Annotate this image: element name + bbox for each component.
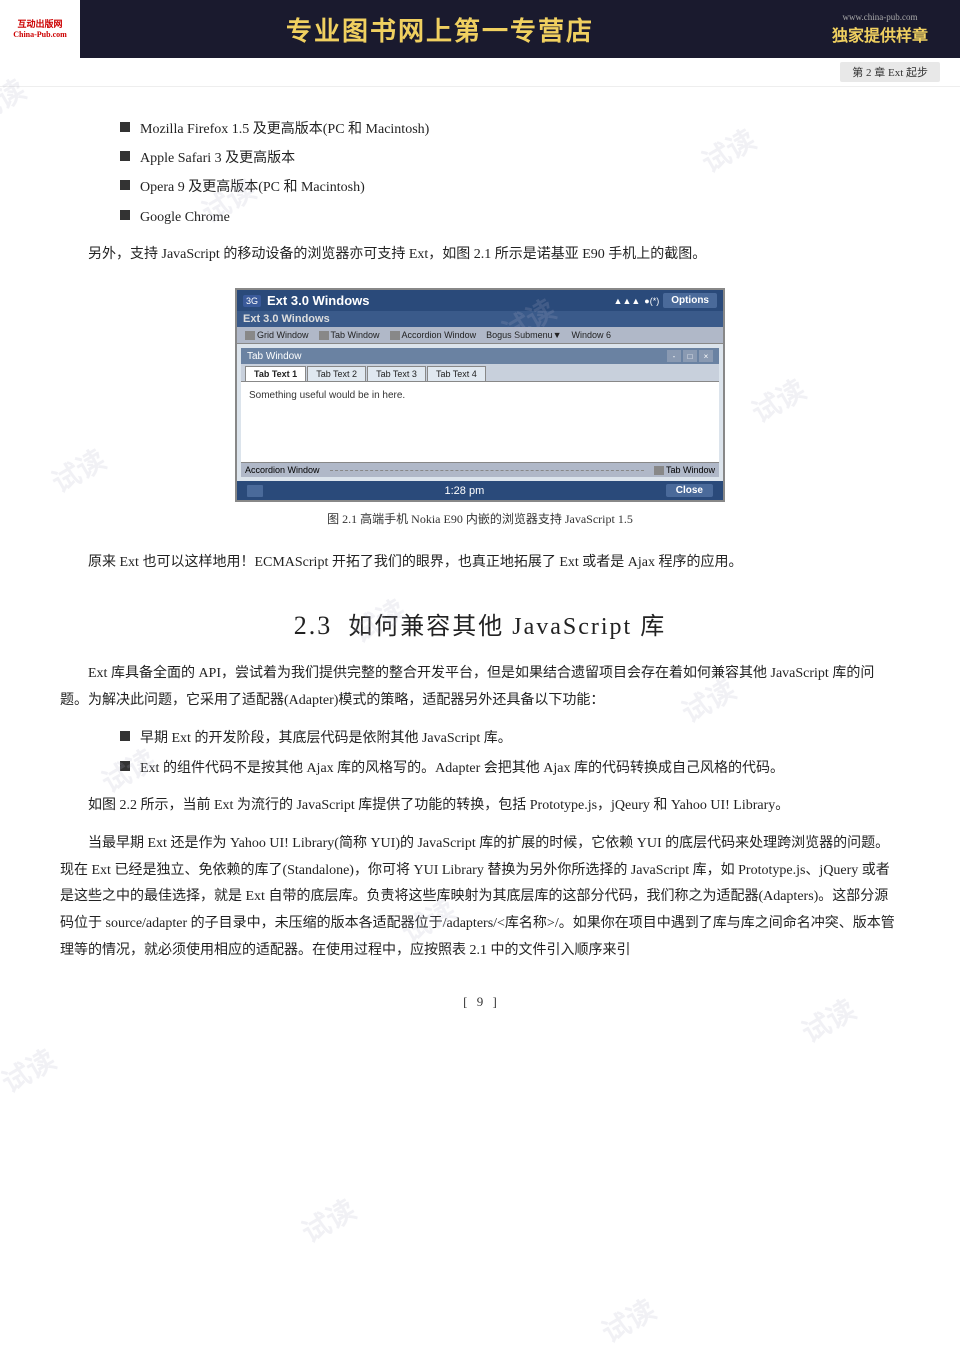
menu-grid-window[interactable]: Grid Window	[241, 329, 313, 341]
intro-para: 另外，支持 JavaScript 的移动设备的浏览器亦可支持 Ext，如图 2.…	[60, 242, 900, 269]
logo-brand: China-Pub.com	[13, 30, 67, 39]
signal-bars: ▲▲▲	[614, 296, 641, 306]
tab-content-text: Something useful would be in here.	[249, 390, 405, 401]
list-item-opera: Opera 9 及更高版本(PC 和 Macintosh)	[120, 175, 900, 200]
phone-menu-bar: Grid Window Tab Window Accordion Window …	[237, 327, 723, 344]
sub-bullet-label-1: 早期 Ext 的开发阶段，其底层代码是依附其他 JavaScript 库。	[140, 726, 512, 751]
maximize-button[interactable]: □	[683, 350, 697, 362]
tab-2[interactable]: Tab Text 2	[307, 366, 366, 381]
bullet-icon	[120, 151, 130, 161]
tab-1[interactable]: Tab Text 1	[245, 366, 306, 381]
battery-icon: ●(*)	[644, 296, 659, 306]
phone-bottom-bar: 1:28 pm Close	[237, 481, 723, 500]
page-num-value: 9	[477, 994, 484, 1009]
logo-name: 互动出版网	[17, 19, 62, 30]
sub-bullet-label-2: Ext 的组件代码不是按其他 Ajax 库的风格写的。Adapter 会把其他 …	[140, 756, 784, 781]
grid-icon	[245, 331, 255, 340]
section-para-3: 当最早期 Ext 还是作为 Yahoo UI! Library(简称 YUI)的…	[60, 831, 900, 964]
bracket-left: [	[463, 994, 467, 1009]
section-title: 如何兼容其他 JavaScript 库	[348, 614, 666, 640]
phone-menu-icon	[247, 485, 263, 497]
list-item-safari: Apple Safari 3 及更高版本	[120, 146, 900, 171]
tab-window-label-small: Tab Window	[654, 465, 715, 475]
menu-bogus-submenu[interactable]: Bogus Submenu▼	[482, 329, 565, 341]
phone-close-button[interactable]: Close	[666, 484, 713, 497]
time-display: 1:28 pm	[445, 485, 485, 497]
options-button[interactable]: Options	[663, 293, 717, 308]
sub-bullet-2: Ext 的组件代码不是按其他 Ajax 库的风格写的。Adapter 会把其他 …	[120, 756, 900, 781]
section-para-1: Ext 库具备全面的 API，尝试着为我们提供完整的整合开发平台，但是如果结合遗…	[60, 661, 900, 714]
watermark-text-10: 试读	[594, 1289, 663, 1352]
section-para-2: 如图 2.2 所示，当前 Ext 为流行的 JavaScript 库提供了功能的…	[60, 793, 900, 820]
phone-title: Ext 3.0 Windows	[267, 293, 369, 308]
header-title: 专业图书网上第一专营店	[286, 11, 594, 48]
minimize-button[interactable]: -	[667, 350, 681, 362]
close-button[interactable]: ×	[699, 350, 713, 362]
list-item-label: Google Chrome	[140, 205, 230, 230]
menu-accordion-window[interactable]: Accordion Window	[386, 329, 481, 341]
window-controls: - □ ×	[667, 350, 713, 362]
bullet-icon	[120, 731, 130, 741]
signal-indicator: 3G	[243, 295, 261, 307]
phone-top-right: ▲▲▲ ●(*) Options	[614, 293, 717, 308]
tab-icon	[319, 331, 329, 340]
phone-top-bar: 3G Ext 3.0 Windows ▲▲▲ ●(*) Options	[237, 290, 723, 311]
header-slogan: 独家提供样章	[832, 22, 928, 46]
tab-window-label: Tab Window	[247, 351, 301, 362]
main-content: Mozilla Firefox 1.5 及更高版本(PC 和 Macintosh…	[0, 87, 960, 1070]
section-number: 2.3	[294, 611, 333, 640]
bullet-icon	[120, 761, 130, 771]
ext-windows-title: Ext 3.0 Windows	[237, 311, 723, 327]
sub-bullet-list: 早期 Ext 的开发阶段，其底层代码是依附其他 JavaScript 库。 Ex…	[120, 726, 900, 780]
figure-container: 3G Ext 3.0 Windows ▲▲▲ ●(*) Options Ext …	[220, 288, 740, 529]
para-after-figure: 原来 Ext 也可以这样地用！ECMAScript 开拓了我们的眼界，也真正地拓…	[60, 550, 900, 577]
bullet-icon	[120, 210, 130, 220]
tab-content-area: Something useful would be in here.	[241, 382, 719, 462]
list-item-firefox: Mozilla Firefox 1.5 及更高版本(PC 和 Macintosh…	[120, 117, 900, 142]
tab-4[interactable]: Tab Text 4	[427, 366, 486, 381]
tab-window-title-bar: Tab Window - □ ×	[241, 348, 719, 364]
header-url: www.china-pub.com	[843, 12, 918, 22]
chapter-tag: 第 2 章 Ext 起步	[840, 62, 940, 82]
bracket-right: ]	[493, 994, 497, 1009]
menu-window6[interactable]: Window 6	[568, 329, 616, 341]
tab-3[interactable]: Tab Text 3	[367, 366, 426, 381]
chapter-bar: 第 2 章 Ext 起步	[0, 58, 960, 87]
watermark-text-9: 试读	[294, 1189, 363, 1252]
page-number: [ 9 ]	[60, 994, 900, 1030]
list-item-chrome: Google Chrome	[120, 205, 900, 230]
tab-window: Tab Window - □ × Tab Text 1 Tab Text 2 T…	[241, 348, 719, 462]
accordion-bar: Accordion Window Tab Window	[241, 462, 719, 477]
bullet-icon	[120, 122, 130, 132]
header-center: 专业图书网上第一专营店	[80, 0, 800, 58]
phone-top-left: 3G Ext 3.0 Windows	[243, 293, 369, 308]
phone-screenshot: 3G Ext 3.0 Windows ▲▲▲ ●(*) Options Ext …	[235, 288, 725, 502]
browser-list: Mozilla Firefox 1.5 及更高版本(PC 和 Macintosh…	[120, 117, 900, 230]
sub-bullet-1: 早期 Ext 的开发阶段，其底层代码是依附其他 JavaScript 库。	[120, 726, 900, 751]
section-heading: 2.3 如何兼容其他 JavaScript 库	[60, 606, 900, 641]
accordion-label: Accordion Window	[245, 465, 320, 475]
logo: 互动出版网 China-Pub.com	[0, 0, 80, 58]
list-item-label: Opera 9 及更高版本(PC 和 Macintosh)	[140, 175, 365, 200]
list-item-label: Apple Safari 3 及更高版本	[140, 146, 295, 171]
accordion-icon	[390, 331, 400, 340]
bullet-icon	[120, 180, 130, 190]
phone-window-area: Tab Window - □ × Tab Text 1 Tab Text 2 T…	[237, 344, 723, 481]
list-item-label: Mozilla Firefox 1.5 及更高版本(PC 和 Macintosh…	[140, 117, 429, 142]
figure-caption: 图 2.1 高端手机 Nokia E90 内嵌的浏览器支持 JavaScript…	[327, 510, 633, 529]
menu-tab-window[interactable]: Tab Window	[315, 329, 384, 341]
tab-bar: Tab Text 1 Tab Text 2 Tab Text 3 Tab Tex…	[241, 364, 719, 382]
tab-small-icon	[654, 466, 664, 475]
header: 互动出版网 China-Pub.com 专业图书网上第一专营店 www.chin…	[0, 0, 960, 58]
header-right: www.china-pub.com 独家提供样章	[800, 0, 960, 58]
